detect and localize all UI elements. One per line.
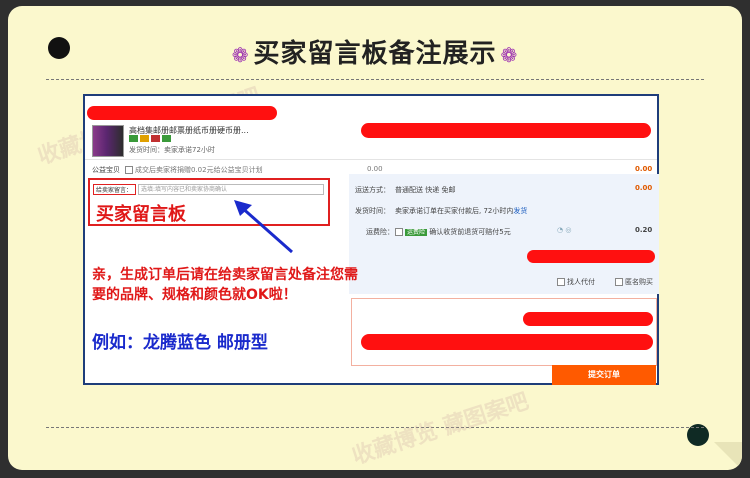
ship-time-link[interactable]: 发货	[513, 207, 527, 215]
proxy-pay-option[interactable]: 找人代付	[557, 277, 595, 287]
charity-text: 成交后卖家将捐赠0.02元给公益宝贝计划	[135, 166, 263, 174]
checkbox[interactable]	[125, 166, 133, 174]
info-icon[interactable]: ◔ ◎	[557, 226, 571, 234]
delivery-method[interactable]: 普通配送 快递 免邮	[395, 185, 455, 195]
insurance-text: 确认收货前退货可赔付5元	[429, 228, 511, 236]
redacted-bar	[87, 106, 277, 120]
insurance-label: 运费险：	[366, 228, 394, 236]
badge-icon	[140, 135, 149, 142]
charity-total: 0.00	[635, 165, 653, 173]
page-fold-corner	[714, 442, 742, 470]
insurance-badge: 运费险	[405, 229, 428, 236]
anonymous-option[interactable]: 匿名购买	[615, 277, 653, 287]
proxy-pay-label: 找人代付	[567, 278, 595, 286]
page-title-text: 买家留言板备注展示	[253, 39, 497, 69]
top-dashed-divider	[46, 79, 704, 80]
delivery-label: 运送方式：	[355, 186, 390, 194]
insurance-amount: 0.20	[635, 226, 653, 234]
redacted-bar	[361, 334, 653, 350]
row-divider	[85, 159, 657, 160]
bottom-dashed-divider	[46, 427, 704, 428]
charity-label: 公益宝贝	[92, 166, 120, 174]
charity-amount: 0.00	[367, 165, 383, 173]
message-caption: 买家留言板	[96, 204, 186, 225]
product-thumbnail[interactable]	[92, 125, 124, 157]
redacted-bar	[361, 123, 651, 138]
ship-time-desc: 卖家承诺订单在买家付款后, 72小时内	[395, 207, 514, 215]
ship-time-text: 卖家承诺订单在买家付款后, 72小时内发货	[395, 206, 527, 216]
pointer-arrow-icon	[234, 200, 293, 254]
checkbox[interactable]	[395, 228, 403, 236]
flower-icon: ❁	[500, 42, 519, 67]
product-shipping-time: 发货时间：卖家承诺72小时	[129, 146, 215, 154]
checkbox[interactable]	[615, 278, 623, 286]
badge-icon	[151, 135, 160, 142]
page-title: ❁ 买家留言板备注展示 ❁	[8, 33, 742, 70]
instruction-note: 亲，生成订单后请在给卖家留言处备注您需要的品牌、规格和颜色就OK啦！	[92, 267, 358, 303]
charity-option[interactable]: 成交后卖家将捐赠0.02元给公益宝贝计划	[125, 165, 263, 175]
order-summary-box	[351, 298, 657, 366]
submit-order-button[interactable]: 提交订单	[552, 365, 656, 385]
delivery-amount: 0.00	[635, 184, 653, 192]
ship-time-label: 发货时间：	[355, 207, 390, 215]
redacted-bar	[527, 250, 655, 263]
flower-icon: ❁	[231, 42, 250, 67]
redacted-bar	[523, 312, 653, 326]
product-badges	[129, 135, 171, 142]
insurance-option[interactable]: 运费险 确认收货前退货可赔付5元	[395, 227, 511, 237]
message-label: 给卖家留言：	[93, 184, 136, 195]
example-note: 例如：龙腾蓝色 邮册型	[92, 333, 268, 353]
badge-icon	[162, 135, 171, 142]
badge-icon	[129, 135, 138, 142]
anonymous-label: 匿名购买	[625, 278, 653, 286]
checkbox[interactable]	[557, 278, 565, 286]
message-input[interactable]: 选填:填写内容已和卖家协商确认	[138, 184, 324, 195]
